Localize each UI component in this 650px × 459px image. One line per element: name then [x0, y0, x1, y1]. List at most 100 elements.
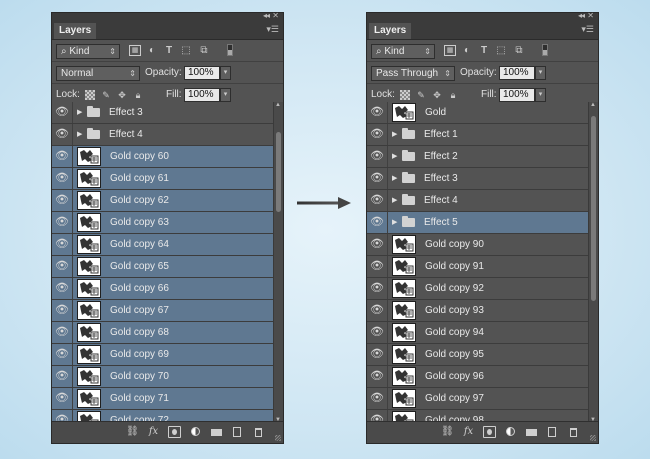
adjustment-layer-icon[interactable]	[504, 426, 517, 438]
layer-thumbnail[interactable]	[392, 301, 416, 320]
layer-name[interactable]: Gold copy 65	[110, 261, 169, 272]
layer-row[interactable]: 👁︎ Gold copy 97	[367, 388, 588, 410]
layer-row[interactable]: 👁︎ Gold copy 95	[367, 344, 588, 366]
layer-name[interactable]: Gold copy 92	[425, 283, 484, 294]
layer-row[interactable]: 👁︎ Gold copy 90	[367, 234, 588, 256]
layer-thumbnail[interactable]	[392, 345, 416, 364]
layer-thumbnail[interactable]	[77, 213, 101, 232]
scroll-up-icon[interactable]: ▲	[275, 102, 281, 108]
lock-image-pixels-icon[interactable]: ✎	[101, 90, 111, 100]
fill-dropdown-icon[interactable]: ▾	[535, 88, 546, 102]
visibility-eye-icon[interactable]: 👁︎	[55, 195, 69, 206]
adjustment-layer-icon[interactable]	[189, 426, 202, 438]
layer-name[interactable]: Gold copy 97	[425, 393, 484, 404]
layer-thumbnail[interactable]	[392, 235, 416, 254]
scrollbar-thumb[interactable]	[591, 116, 596, 301]
layer-name[interactable]: Gold copy 69	[110, 349, 169, 360]
layer-name[interactable]: Effect 3	[424, 173, 458, 184]
expand-group-icon[interactable]: ▶	[392, 173, 397, 185]
opacity-field[interactable]: 100%	[499, 66, 535, 80]
layer-thumbnail[interactable]	[77, 169, 101, 188]
layer-row[interactable]: 👁︎ Gold copy 68	[52, 322, 273, 344]
layer-thumbnail[interactable]	[77, 147, 101, 166]
layer-row[interactable]: 👁︎ Gold copy 70	[52, 366, 273, 388]
visibility-eye-icon[interactable]: 👁︎	[370, 283, 384, 294]
layer-name[interactable]: Gold copy 61	[110, 173, 169, 184]
layer-name[interactable]: Gold copy 66	[110, 283, 169, 294]
add-mask-icon[interactable]	[168, 426, 181, 438]
fill-field[interactable]: 100%	[499, 88, 535, 102]
expand-group-icon[interactable]: ▶	[392, 129, 397, 141]
layer-row[interactable]: 👁︎ Gold copy 93	[367, 300, 588, 322]
shape-layer-filter-icon[interactable]: ⬚	[180, 45, 192, 56]
visibility-eye-icon[interactable]: 👁︎	[55, 173, 69, 184]
layer-name[interactable]: Effect 4	[424, 195, 458, 206]
blend-mode-select[interactable]: Normal ⇕	[56, 66, 140, 81]
close-panel-icon[interactable]: ✕	[587, 11, 594, 20]
lock-transparency-icon[interactable]	[400, 90, 410, 100]
collapse-panel-icon[interactable]: ◂◂	[263, 11, 270, 20]
shape-layer-filter-icon[interactable]: ⬚	[495, 45, 507, 56]
add-mask-icon[interactable]	[483, 426, 496, 438]
layer-name[interactable]: Gold copy 96	[425, 371, 484, 382]
visibility-eye-icon[interactable]: 👁︎	[55, 261, 69, 272]
smart-object-filter-icon[interactable]: ⧉	[513, 45, 525, 56]
layer-thumbnail[interactable]	[392, 389, 416, 408]
layer-thumbnail[interactable]	[77, 279, 101, 298]
layer-name[interactable]: Gold copy 91	[425, 261, 484, 272]
layer-row[interactable]: 👁︎ Gold copy 92	[367, 278, 588, 300]
opacity-dropdown-icon[interactable]: ▾	[535, 66, 546, 80]
expand-group-icon[interactable]: ▶	[392, 195, 397, 207]
tab-layers[interactable]: Layers	[369, 23, 412, 39]
visibility-eye-icon[interactable]: 👁︎	[370, 173, 384, 184]
visibility-eye-icon[interactable]: 👁︎	[370, 261, 384, 272]
layer-row[interactable]: 👁︎ Gold copy 71	[52, 388, 273, 410]
layer-group-row[interactable]: 👁︎ ▶ Effect 2	[367, 146, 588, 168]
visibility-eye-icon[interactable]: 👁︎	[55, 151, 69, 162]
link-layers-icon[interactable]: ⛓︎	[126, 426, 139, 438]
filter-toggle-icon[interactable]	[227, 44, 233, 56]
layer-row[interactable]: 👁︎ Gold copy 66	[52, 278, 273, 300]
visibility-eye-icon[interactable]: 👁︎	[370, 239, 384, 250]
type-layer-filter-icon[interactable]: T	[163, 45, 175, 56]
layer-thumbnail[interactable]	[392, 279, 416, 298]
visibility-eye-icon[interactable]: 👁︎	[370, 129, 384, 140]
visibility-eye-icon[interactable]: 👁︎	[370, 217, 384, 228]
layer-name[interactable]: Gold copy 93	[425, 305, 484, 316]
layer-row[interactable]: 👁︎ Gold copy 64	[52, 234, 273, 256]
delete-layer-icon[interactable]	[252, 426, 265, 438]
layer-group-row[interactable]: 👁︎ ▶ Effect 4	[52, 124, 273, 146]
layer-group-row[interactable]: 👁︎ ▶ Effect 1	[367, 124, 588, 146]
layer-row[interactable]: 👁︎ Gold copy 96	[367, 366, 588, 388]
visibility-eye-icon[interactable]: 👁︎	[370, 107, 384, 118]
layer-name[interactable]: Effect 4	[109, 129, 143, 140]
layer-thumbnail[interactable]	[77, 389, 101, 408]
filter-kind-select[interactable]: ⌕ Kind ⇕	[371, 44, 435, 59]
layer-thumbnail[interactable]	[77, 191, 101, 210]
layer-name[interactable]: Effect 2	[424, 151, 458, 162]
opacity-dropdown-icon[interactable]: ▾	[220, 66, 231, 80]
scroll-up-icon[interactable]: ▲	[590, 102, 596, 108]
layer-thumbnail[interactable]	[392, 257, 416, 276]
new-layer-icon[interactable]	[546, 426, 559, 438]
lock-all-icon[interactable]: 🔒︎	[133, 90, 143, 100]
visibility-eye-icon[interactable]: 👁︎	[370, 305, 384, 316]
layer-name[interactable]: Gold copy 70	[110, 371, 169, 382]
layer-name[interactable]: Gold copy 94	[425, 327, 484, 338]
resize-grip-icon[interactable]	[275, 435, 281, 441]
layer-name[interactable]: Gold	[425, 107, 446, 118]
layer-thumbnail[interactable]	[392, 323, 416, 342]
type-layer-filter-icon[interactable]: T	[478, 45, 490, 56]
adjustment-layer-filter-icon[interactable]: ◐	[461, 45, 473, 56]
expand-group-icon[interactable]: ▶	[392, 151, 397, 163]
layer-group-row[interactable]: 👁︎ ▶ Effect 5	[367, 212, 588, 234]
delete-layer-icon[interactable]	[567, 426, 580, 438]
visibility-eye-icon[interactable]: 👁︎	[55, 217, 69, 228]
layer-row[interactable]: 👁︎ Gold copy 91	[367, 256, 588, 278]
layer-group-row[interactable]: 👁︎ ▶ Effect 3	[367, 168, 588, 190]
visibility-eye-icon[interactable]: 👁︎	[55, 371, 69, 382]
layer-row[interactable]: 👁︎ Gold	[367, 102, 588, 124]
filter-kind-select[interactable]: ⌕ Kind ⇕	[56, 44, 120, 59]
layer-name[interactable]: Gold copy 90	[425, 239, 484, 250]
smart-object-filter-icon[interactable]: ⧉	[198, 45, 210, 56]
